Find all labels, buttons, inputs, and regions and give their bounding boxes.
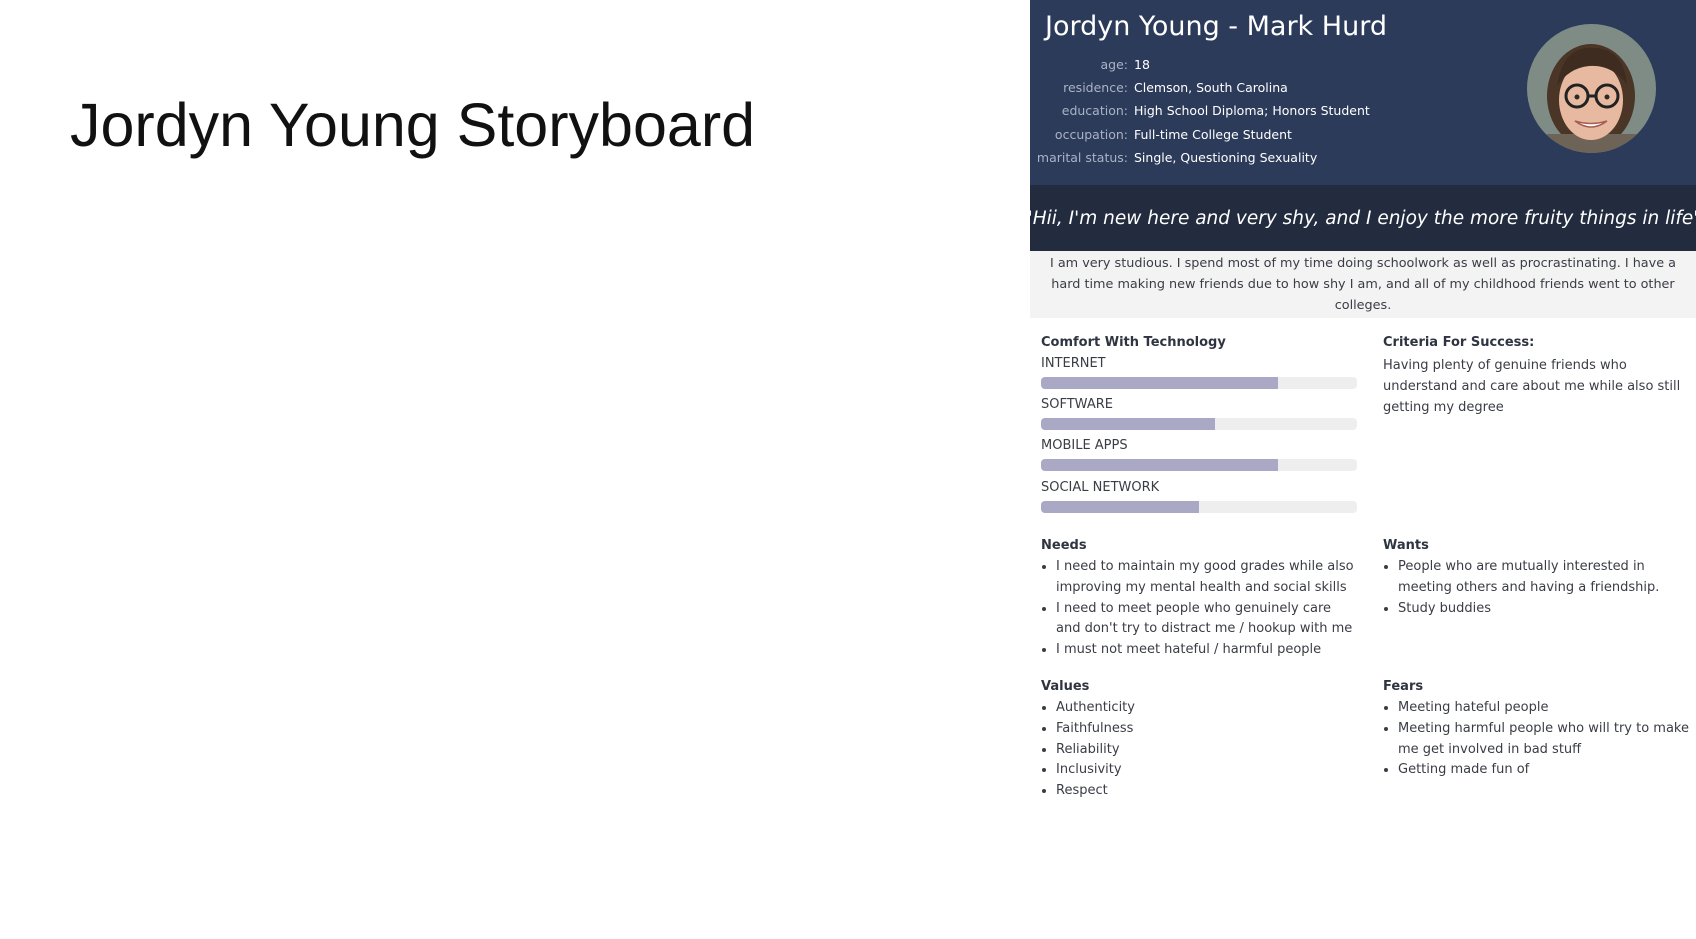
persona-info: age: 18 residence: Clemson, South Caroli…	[1030, 53, 1370, 169]
tech-bar-fill	[1041, 459, 1278, 471]
tech-title: Comfort With Technology	[1041, 335, 1226, 350]
info-value: Clemson, South Carolina	[1134, 80, 1288, 96]
wants-list: People who are mutually interested in me…	[1383, 557, 1696, 619]
tech-bar-internet	[1041, 377, 1357, 389]
list-item: Meeting hateful people	[1398, 698, 1696, 719]
persona-photo	[1527, 24, 1656, 153]
fears-title: Fears	[1383, 679, 1424, 694]
persona-card: Jordyn Young - Mark Hurd age: 18 residen…	[1024, 0, 1696, 939]
list-item: Authenticity	[1056, 698, 1356, 719]
info-row-education: education: High School Diploma; Honors S…	[1030, 99, 1370, 122]
needs-title: Needs	[1041, 538, 1087, 553]
list-item: I need to maintain my good grades while …	[1056, 557, 1356, 599]
persona-header: Jordyn Young - Mark Hurd age: 18 residen…	[1030, 0, 1696, 185]
info-label: age:	[1100, 57, 1129, 73]
tech-label-social-network: SOCIAL NETWORK	[1041, 480, 1160, 495]
fears-list: Meeting hateful people Meeting harmful p…	[1383, 698, 1696, 781]
criteria-text: Having plenty of genuine friends who und…	[1383, 358, 1681, 415]
list-item: Faithfulness	[1056, 719, 1356, 740]
needs-list: I need to maintain my good grades while …	[1041, 557, 1356, 661]
slide-title: Jordyn Young Storyboard	[70, 91, 756, 159]
tech-bar-software	[1041, 418, 1357, 430]
info-value: Single, Questioning Sexuality	[1134, 149, 1318, 165]
wants-title: Wants	[1383, 538, 1429, 553]
info-label: residence:	[1063, 80, 1128, 96]
list-item: Study buddies	[1398, 599, 1696, 620]
list-item: People who are mutually interested in me…	[1398, 557, 1696, 599]
list-item: Respect	[1056, 781, 1356, 802]
quote-bar: "Hii, I'm new here and very shy, and I e…	[1024, 185, 1696, 251]
info-label: marital status:	[1036, 149, 1128, 165]
list-item: I need to meet people who genuinely care…	[1056, 599, 1356, 641]
info-row-occupation: occupation: Full-time College Student	[1030, 123, 1370, 146]
bio-box: I am very studious. I spend most of my t…	[1030, 251, 1696, 318]
persona-quote: "Hii, I'm new here and very shy, and I e…	[1024, 207, 1696, 229]
values-title: Values	[1041, 679, 1090, 694]
info-row-age: age: 18	[1030, 53, 1370, 76]
criteria-title: Criteria For Success:	[1383, 335, 1535, 350]
persona-name: Jordyn Young - Mark Hurd	[1045, 11, 1387, 42]
info-value: 18	[1134, 57, 1150, 73]
info-label: education:	[1061, 103, 1128, 119]
list-item: Meeting harmful people who will try to m…	[1398, 719, 1696, 761]
info-label: occupation:	[1054, 126, 1128, 142]
info-value: Full-time College Student	[1134, 126, 1292, 142]
info-value: High School Diploma; Honors Student	[1134, 103, 1370, 119]
list-item: Inclusivity	[1056, 760, 1356, 781]
info-row-marital-status: marital status: Single, Questioning Sexu…	[1030, 146, 1370, 169]
tech-bar-social-network	[1041, 501, 1357, 513]
tech-label-internet: INTERNET	[1041, 356, 1106, 371]
tech-bar-fill	[1041, 501, 1199, 513]
list-item: Reliability	[1056, 740, 1356, 761]
list-item: I must not meet hateful / harmful people	[1056, 640, 1356, 661]
tech-bar-fill	[1041, 377, 1278, 389]
tech-bar-mobile-apps	[1041, 459, 1357, 471]
info-row-residence: residence: Clemson, South Carolina	[1030, 76, 1370, 99]
tech-bar-fill	[1041, 418, 1215, 430]
list-item: Getting made fun of	[1398, 760, 1696, 781]
persona-bio: I am very studious. I spend most of my t…	[1049, 256, 1677, 313]
values-list: Authenticity Faithfulness Reliability In…	[1041, 698, 1356, 802]
tech-label-mobile-apps: MOBILE APPS	[1041, 438, 1128, 453]
tech-label-software: SOFTWARE	[1041, 397, 1113, 412]
